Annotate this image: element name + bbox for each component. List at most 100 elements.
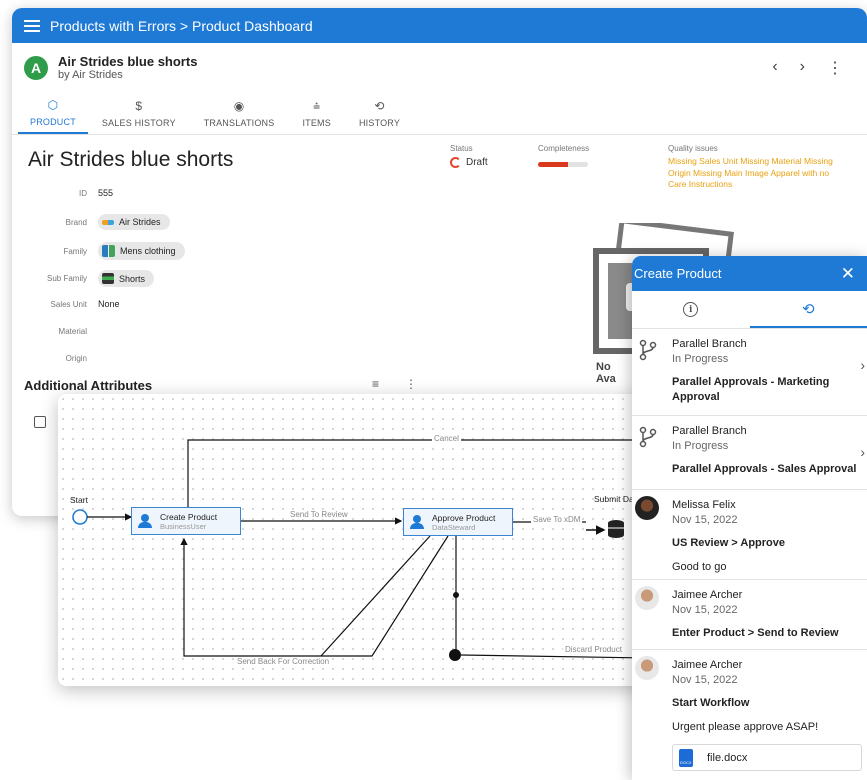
- history-entry: Jaimee Archer Nov 15, 2022 Start Workflo…: [632, 650, 867, 780]
- attr-family: Family Mens clothing: [12, 242, 185, 260]
- edge-label-discard: Discard Product: [563, 645, 624, 654]
- chip-label: Shorts: [119, 273, 146, 284]
- entry-comment: Urgent please approve ASAP!: [672, 721, 819, 733]
- chevron-right-icon[interactable]: ›: [860, 444, 865, 460]
- previous-icon[interactable]: ‹: [772, 58, 777, 78]
- entry-step: US Review > Approve: [672, 537, 785, 549]
- user-icon: [138, 514, 152, 528]
- select-all-checkbox[interactable]: [34, 416, 46, 428]
- entry-user: Jaimee Archer: [672, 589, 743, 601]
- panel-tabs: i ⟲: [632, 291, 867, 329]
- tab-label: TRANSLATIONS: [203, 118, 275, 128]
- entry-date: Nov 15, 2022: [672, 674, 738, 686]
- app-bar: Products with Errors > Product Dashboard: [12, 8, 867, 43]
- menu-icon[interactable]: [24, 19, 40, 32]
- attachment-name: file.docx: [707, 751, 748, 764]
- attr-brand: Brand Air Strides: [12, 214, 170, 230]
- page-title: Air Strides blue shorts: [28, 148, 234, 171]
- family-chip[interactable]: Mens clothing: [98, 242, 185, 260]
- entry-date: Nov 15, 2022: [672, 514, 738, 526]
- attr-label: Brand: [65, 217, 87, 227]
- attr-id: ID 555: [12, 188, 113, 198]
- draft-status-icon: [450, 157, 461, 168]
- tab-history[interactable]: ⟲ HISTORY: [345, 93, 414, 134]
- attr-value: None: [98, 299, 120, 309]
- attr-label: Origin: [65, 354, 87, 363]
- placeholder-text-2: Ava: [596, 373, 616, 385]
- attr-sales-unit: Sales Unit None: [12, 299, 120, 309]
- discard-end-node: [449, 649, 461, 661]
- next-icon[interactable]: ›: [800, 58, 805, 78]
- filter-icon[interactable]: ≡: [372, 377, 379, 391]
- create-product-panel: Create Product ✕ i ⟲ Parallel Branch In …: [632, 256, 867, 780]
- node-title: Create Product: [160, 511, 218, 522]
- subfamily-chip[interactable]: Shorts: [98, 270, 155, 287]
- brand-chip[interactable]: Air Strides: [98, 214, 170, 230]
- tab-sales-history[interactable]: $ SALES HISTORY: [88, 93, 190, 134]
- quality-label: Quality issues: [668, 144, 718, 153]
- status-block: Status Draft: [450, 144, 488, 168]
- start-label: Start: [70, 495, 88, 505]
- quality-issues-text[interactable]: Missing Sales Unit Missing Material Miss…: [668, 156, 836, 191]
- tab-translations[interactable]: ◉ TRANSLATIONS: [190, 93, 289, 134]
- chip-label: Air Strides: [119, 217, 161, 227]
- items-icon: ⩮: [313, 99, 321, 113]
- attr-label: Material: [58, 327, 87, 336]
- product-name: Air Strides blue shorts: [58, 53, 198, 69]
- tab-info[interactable]: i: [632, 291, 750, 328]
- attachment[interactable]: DOCX file.docx: [672, 744, 862, 771]
- edge-label-save-to-xdm: Save To xDM: [531, 515, 583, 524]
- database-icon: [586, 520, 624, 538]
- more-vert-icon[interactable]: ⋮: [827, 58, 843, 78]
- entry-date: Nov 15, 2022: [672, 604, 738, 616]
- entry-status: In Progress: [672, 353, 729, 365]
- attr-origin: Origin: [12, 354, 98, 363]
- tab-label: ITEMS: [302, 118, 331, 128]
- discard-edge: [460, 654, 648, 659]
- attr-label: Sales Unit: [50, 299, 87, 309]
- workflow-edges: [72, 439, 648, 661]
- info-icon: i: [683, 302, 699, 317]
- entry-step: Parallel Approvals - Sales Approval: [672, 463, 857, 475]
- globe-icon: ◉: [233, 99, 245, 113]
- cube-icon: ⬡: [47, 98, 59, 112]
- history-entry[interactable]: Parallel Branch In Progress Parallel App…: [632, 416, 867, 490]
- tab-items[interactable]: ⩮ ITEMS: [288, 93, 345, 134]
- node-role: BusinessUser: [160, 521, 207, 531]
- close-icon[interactable]: ✕: [841, 264, 855, 284]
- completeness-fill: [538, 162, 568, 167]
- placeholder-text-1: No: [596, 361, 611, 373]
- avatar: [635, 656, 659, 680]
- branch-icon: [639, 339, 657, 361]
- entry-step: Parallel Approvals - Marketing Approval: [672, 376, 830, 403]
- avatar: A: [24, 56, 48, 80]
- tab-label: PRODUCT: [30, 117, 76, 127]
- entry-title: Parallel Branch: [672, 425, 747, 437]
- create-product-node[interactable]: Create Product BusinessUser: [131, 507, 241, 535]
- tab-label: HISTORY: [358, 118, 401, 128]
- completeness-bar: [538, 162, 588, 167]
- start-node: [72, 509, 88, 525]
- approve-product-node[interactable]: Approve Product DataSteward: [403, 508, 513, 536]
- history-entry[interactable]: Parallel Branch In Progress Parallel App…: [632, 329, 867, 416]
- cancel-edge: [187, 439, 648, 508]
- edge-label-cancel: Cancel: [432, 434, 461, 443]
- attr-label: Sub Family: [46, 274, 87, 283]
- entry-user: Melissa Felix: [672, 499, 736, 511]
- status-value: Draft: [466, 157, 488, 168]
- chevron-right-icon[interactable]: ›: [860, 357, 865, 373]
- chip-label: Mens clothing: [120, 246, 176, 256]
- history-icon: ⟲: [374, 99, 385, 113]
- branch-icon: [639, 426, 657, 448]
- workflow-diagram: Start Submit Data Create Product Busines…: [58, 394, 648, 686]
- dollar-icon: $: [135, 99, 143, 113]
- completeness-label: Completeness: [538, 144, 590, 153]
- status-label: Status: [450, 144, 473, 153]
- history-entry: Jaimee Archer Nov 15, 2022 Enter Product…: [632, 580, 867, 650]
- more-vert-icon[interactable]: ⋮: [405, 377, 417, 391]
- attr-label: Family: [63, 246, 87, 256]
- tab-product[interactable]: ⬡ PRODUCT: [18, 93, 88, 134]
- breadcrumb: Products with Errors > Product Dashboard: [50, 17, 313, 34]
- docx-file-icon: DOCX: [679, 748, 693, 767]
- tab-history[interactable]: ⟲: [749, 291, 867, 328]
